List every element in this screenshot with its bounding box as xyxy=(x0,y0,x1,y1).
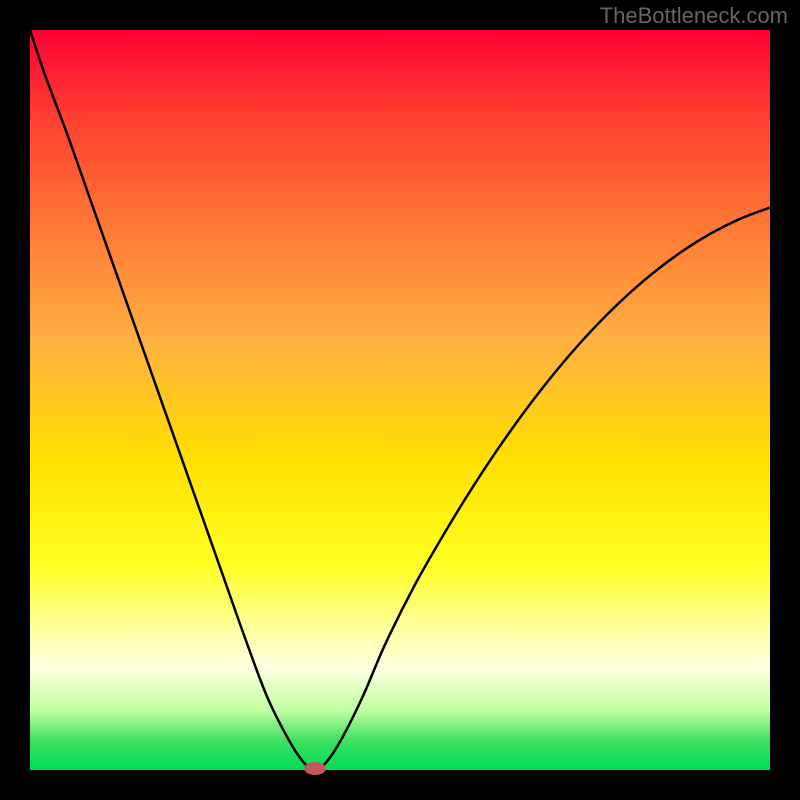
chart-gradient-background xyxy=(30,30,770,770)
chart-container: TheBottleneck.com xyxy=(0,0,800,800)
attribution-watermark: TheBottleneck.com xyxy=(600,3,788,29)
optimal-point-marker xyxy=(304,762,326,775)
